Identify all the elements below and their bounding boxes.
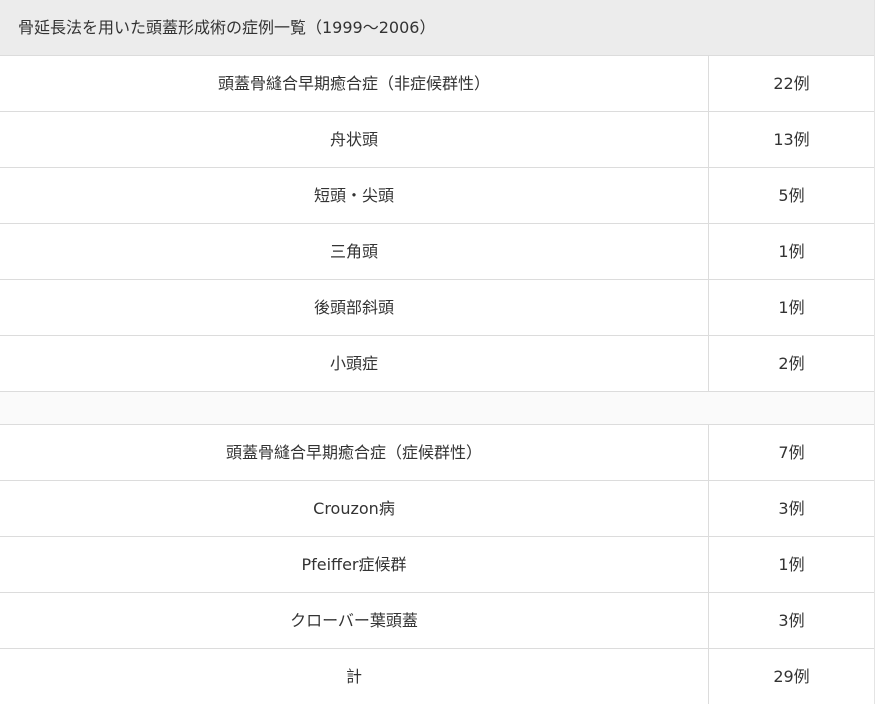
table-row-total: 計 29例 [0, 649, 874, 704]
table-row: 頭蓋骨縫合早期癒合症（非症候群性） 22例 [0, 56, 874, 112]
table-row: Pfeiffer症候群 1例 [0, 537, 874, 593]
case-table: 頭蓋骨縫合早期癒合症（非症候群性） 22例 舟状頭 13例 短頭・尖頭 5例 三… [0, 56, 874, 704]
case-count-cell: 7例 [778, 443, 805, 462]
case-count-cell: 1例 [778, 298, 805, 317]
table-row: 後頭部斜頭 1例 [0, 280, 874, 336]
case-count-cell: 1例 [778, 242, 805, 261]
case-count-cell: 5例 [778, 186, 805, 205]
table-row: 頭蓋骨縫合早期癒合症（症候群性） 7例 [0, 425, 874, 481]
case-name-cell: クローバー葉頭蓋 [0, 593, 709, 648]
case-count-cell: 3例 [778, 611, 805, 630]
total-count-cell: 29例 [773, 667, 810, 686]
case-name-cell: Pfeiffer症候群 [0, 537, 709, 592]
table-row: 舟状頭 13例 [0, 112, 874, 168]
table-caption: 骨延長法を用いた頭蓋形成術の症例一覧（1999～2006） [0, 0, 874, 56]
case-name-cell: 三角頭 [0, 224, 709, 279]
table-row: 小頭症 2例 [0, 336, 874, 392]
table-row: 三角頭 1例 [0, 224, 874, 280]
case-name-cell: 短頭・尖頭 [0, 168, 709, 223]
table-row: Crouzon病 3例 [0, 481, 874, 537]
case-count-cell: 1例 [778, 555, 805, 574]
table-row: クローバー葉頭蓋 3例 [0, 593, 874, 649]
case-count-cell: 22例 [773, 74, 810, 93]
case-count-cell: 13例 [773, 130, 810, 149]
case-name-cell: Crouzon病 [0, 481, 709, 536]
case-name-cell: 小頭症 [0, 336, 709, 391]
case-name-cell: 頭蓋骨縫合早期癒合症（非症候群性） [0, 56, 709, 111]
case-table-frame: 骨延長法を用いた頭蓋形成術の症例一覧（1999～2006） 頭蓋骨縫合早期癒合症… [0, 0, 875, 704]
case-count-cell: 2例 [778, 354, 805, 373]
case-name-cell: 舟状頭 [0, 112, 709, 167]
case-name-cell: 頭蓋骨縫合早期癒合症（症候群性） [0, 425, 709, 480]
group-separator [0, 392, 874, 425]
total-label-cell: 計 [0, 649, 709, 704]
case-count-cell: 3例 [778, 499, 805, 518]
table-row: 短頭・尖頭 5例 [0, 168, 874, 224]
case-name-cell: 後頭部斜頭 [0, 280, 709, 335]
